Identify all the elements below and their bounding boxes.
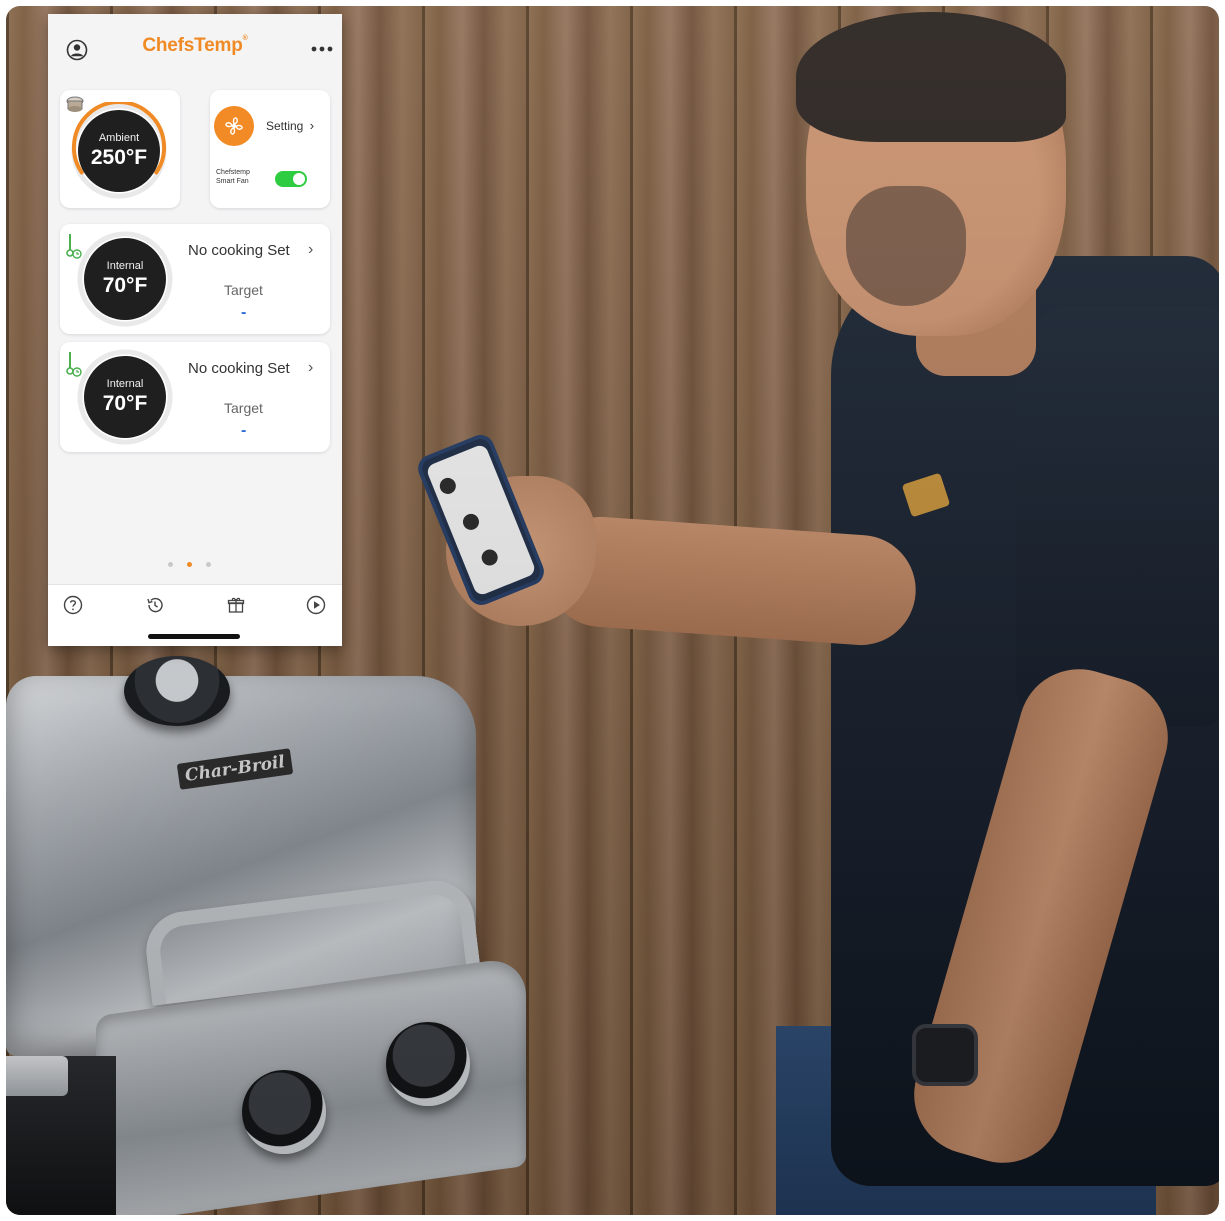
grill-thermometer-device <box>124 656 230 726</box>
handheld-phone <box>413 430 549 610</box>
fan-blades-icon <box>225 117 243 135</box>
person-hair <box>796 12 1066 142</box>
person <box>446 6 1219 1215</box>
shirt-logo <box>901 472 951 518</box>
probe-target-value: - <box>241 422 247 439</box>
probe-status: No cooking Set <box>188 242 290 259</box>
app-screen: ChefsTemp® Ambient 250°F Setting › Chefs… <box>48 14 342 646</box>
person-arm-left <box>542 513 920 649</box>
ambient-gauge: Ambient 250°F <box>78 110 160 192</box>
person-shirt <box>831 256 1219 1186</box>
person-hand <box>446 476 596 626</box>
handheld-gauge <box>437 475 459 497</box>
probe-target-label: Target <box>224 400 263 416</box>
handheld-gauge <box>460 511 482 533</box>
grill-lid <box>6 676 476 1056</box>
handheld-gauge <box>479 547 501 568</box>
fan-setting-link[interactable]: Setting › <box>266 118 314 133</box>
ambient-value: 250°F <box>90 146 148 169</box>
app-title-text: ChefsTemp <box>142 35 243 56</box>
probe-gauge-2: Internal 70°F <box>84 356 166 438</box>
probe-label: Internal <box>106 378 144 390</box>
fan-name-line1: Chefstemp <box>216 169 250 176</box>
registered-mark: ® <box>242 35 248 42</box>
gift-icon[interactable] <box>226 595 246 615</box>
grill-side-shelf <box>6 1056 68 1096</box>
person-arm-right <box>899 655 1183 1177</box>
play-icon[interactable] <box>306 595 326 615</box>
user-circle-icon[interactable] <box>66 39 88 61</box>
person-sleeve <box>1016 306 1219 726</box>
probe-value: 70°F <box>102 274 148 297</box>
smartwatch <box>912 1024 978 1086</box>
person-jeans <box>776 1026 1156 1215</box>
grill-control-panel <box>96 955 526 1215</box>
ambient-label: Ambient <box>98 132 140 144</box>
app-title: ChefsTemp® <box>142 35 247 57</box>
fan-toggle[interactable] <box>275 171 307 187</box>
ambient-card[interactable]: Ambient 250°F <box>60 90 180 208</box>
probe-status: No cooking Set <box>188 360 290 377</box>
handheld-phone-screen <box>425 443 537 597</box>
chevron-right-icon: › <box>309 118 315 133</box>
person-beard <box>846 186 966 306</box>
person-neck <box>916 286 1036 376</box>
chevron-right-icon[interactable]: › <box>308 241 313 259</box>
grill-cart <box>6 1056 116 1215</box>
page-dot-active[interactable] <box>187 562 192 567</box>
grill-handle <box>141 876 481 1006</box>
person-head <box>806 16 1066 336</box>
page-indicator <box>168 562 211 567</box>
grill-brand-badge: Char-Broil <box>176 748 294 790</box>
grill-knob-right <box>386 1022 470 1106</box>
page-dot[interactable] <box>206 562 211 567</box>
home-indicator <box>148 634 240 639</box>
more-dots-icon[interactable] <box>310 44 334 54</box>
fan-name-line2: Smart Fan <box>216 178 249 185</box>
help-icon[interactable] <box>63 595 83 615</box>
probe-label: Internal <box>106 260 144 272</box>
history-icon[interactable] <box>145 595 165 615</box>
probe-gauge-1: Internal 70°F <box>84 238 166 320</box>
probe-target-label: Target <box>224 282 263 298</box>
probe-target-value: - <box>241 304 247 321</box>
app-header: ChefsTemp® <box>48 14 342 78</box>
fan-name: Chefstemp Smart Fan <box>216 168 266 186</box>
probe-value: 70°F <box>102 392 148 415</box>
chevron-right-icon[interactable]: › <box>308 359 313 377</box>
fan-icon[interactable] <box>214 106 254 146</box>
grill: Char-Broil <box>6 656 536 1215</box>
fan-setting-label: Setting <box>266 119 304 133</box>
grill-knob-left <box>242 1070 326 1154</box>
page-dot[interactable] <box>168 562 173 567</box>
